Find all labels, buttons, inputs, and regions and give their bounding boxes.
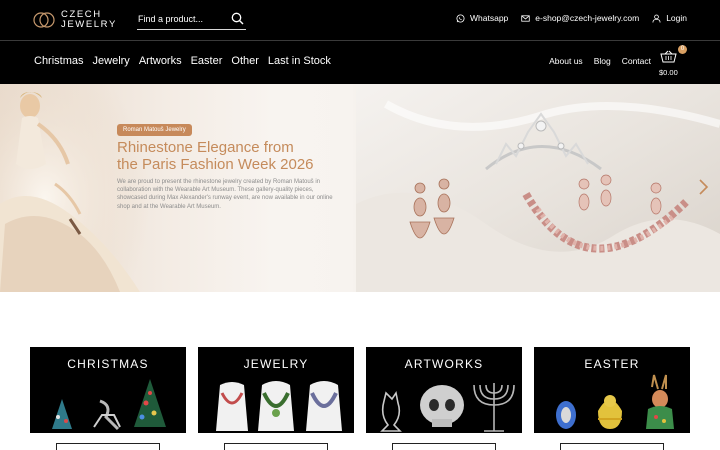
nav-item-contact[interactable]: Contact bbox=[622, 56, 651, 67]
cart-button[interactable]: 0 $0.00 bbox=[659, 45, 687, 80]
login-label: Login bbox=[666, 13, 687, 23]
category-title: ARTWORKS bbox=[404, 357, 484, 371]
artwork-sculptures-image bbox=[380, 383, 515, 432]
mail-icon bbox=[521, 14, 530, 22]
hero-title[interactable]: Rhinestone Elegance from the Paris Fashi… bbox=[117, 139, 347, 173]
main-nav: Christmas Jewelry Artworks Easter Other … bbox=[34, 54, 340, 68]
email-label: e-shop@czech-jewelry.com bbox=[535, 13, 640, 23]
nav-item-christmas[interactable]: Christmas bbox=[34, 54, 84, 68]
main-navigation-bar: Christmas Jewelry Artworks Easter Other … bbox=[0, 40, 720, 84]
necklaces-on-busts-image bbox=[216, 381, 342, 431]
category-button[interactable] bbox=[224, 443, 328, 450]
category-title: JEWELRY bbox=[243, 357, 309, 371]
nav-item-other[interactable]: Other bbox=[231, 54, 259, 68]
search-box bbox=[137, 9, 246, 30]
easter-decorations-image bbox=[556, 374, 674, 429]
jewelry-photo bbox=[356, 84, 720, 292]
hero-title-line-2: the Paris Fashion Week 2026 bbox=[117, 156, 314, 173]
top-bar: CZECH JEWELRY Whatsapp e-shop@czech-jewe… bbox=[0, 0, 720, 40]
logo-line-2: JEWELRY bbox=[61, 19, 117, 30]
logo[interactable]: CZECH JEWELRY bbox=[33, 8, 123, 32]
secondary-nav: About us Blog Contact bbox=[538, 56, 651, 67]
cart-total: $0.00 bbox=[659, 68, 678, 77]
hero-banner[interactable]: Roman Matouš Jewelry Rhinestone Elegance… bbox=[0, 84, 720, 292]
search-icon[interactable] bbox=[231, 12, 244, 25]
category-tile-easter[interactable]: EASTER bbox=[534, 347, 690, 450]
nav-item-last-in-stock[interactable]: Last in Stock bbox=[268, 54, 331, 68]
whatsapp-label: Whatsapp bbox=[470, 13, 509, 23]
logo-text: CZECH JEWELRY bbox=[61, 10, 117, 30]
hero-title-line-1: Rhinestone Elegance from bbox=[117, 139, 294, 156]
nav-item-artworks[interactable]: Artworks bbox=[139, 54, 182, 68]
christmas-ornaments-image bbox=[52, 379, 166, 431]
whatsapp-icon bbox=[456, 13, 465, 23]
chevron-right-icon[interactable] bbox=[696, 178, 710, 196]
cart-icon bbox=[660, 50, 677, 63]
whatsapp-link[interactable]: Whatsapp bbox=[456, 13, 508, 23]
category-tile-christmas[interactable]: CHRISTMAS bbox=[30, 347, 186, 450]
email-link[interactable]: e-shop@czech-jewelry.com bbox=[521, 13, 639, 23]
nav-item-blog[interactable]: Blog bbox=[594, 56, 611, 67]
nav-item-about-us[interactable]: About us bbox=[549, 56, 583, 67]
hero-description: We are proud to present the rhinestone j… bbox=[117, 179, 333, 210]
search-input[interactable] bbox=[138, 12, 226, 26]
hero-tag: Roman Matouš Jewelry bbox=[117, 124, 192, 136]
category-button[interactable] bbox=[560, 443, 664, 450]
category-tiles: CHRISTMAS JEWELRY ARTWORKS EASTER bbox=[30, 347, 690, 450]
nav-item-easter[interactable]: Easter bbox=[191, 54, 223, 68]
category-button[interactable] bbox=[56, 443, 160, 450]
cart-count-badge: 0 bbox=[678, 45, 687, 54]
category-tile-artworks[interactable]: ARTWORKS bbox=[366, 347, 522, 450]
login-link[interactable]: Login bbox=[652, 13, 687, 23]
category-tile-jewelry[interactable]: JEWELRY bbox=[198, 347, 354, 450]
category-title: EASTER bbox=[584, 357, 640, 371]
category-title: CHRISTMAS bbox=[67, 357, 149, 371]
user-icon bbox=[652, 14, 661, 23]
top-links: Whatsapp e-shop@czech-jewelry.com Login bbox=[443, 13, 687, 23]
logo-mark-icon bbox=[33, 12, 55, 28]
nav-item-jewelry[interactable]: Jewelry bbox=[93, 54, 130, 68]
category-button[interactable] bbox=[392, 443, 496, 450]
